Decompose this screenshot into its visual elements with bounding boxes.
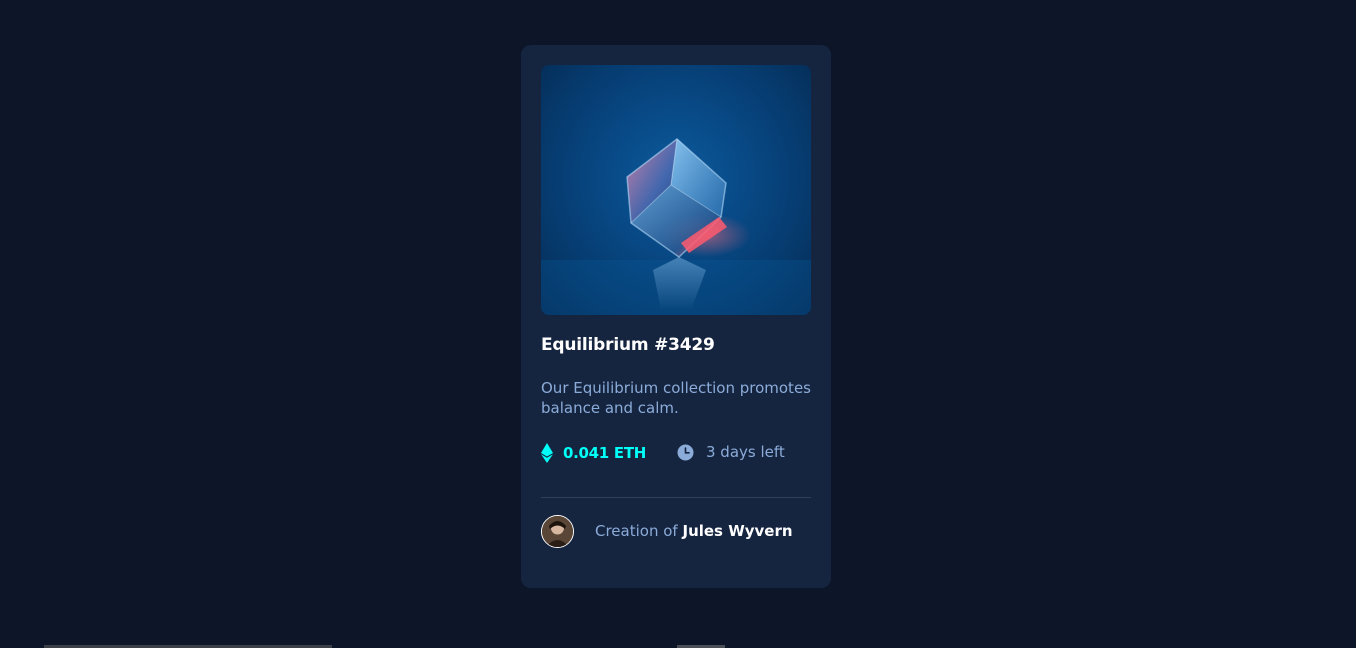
nft-meta-row: 0.041 ETH 3 days left bbox=[541, 443, 811, 463]
clock-icon bbox=[677, 444, 694, 461]
time-left-value: 3 days left bbox=[706, 443, 785, 461]
cube-illustration bbox=[541, 138, 811, 315]
creator-text: Creation of Jules Wyvern bbox=[595, 522, 793, 540]
time-group: 3 days left bbox=[677, 443, 785, 461]
nft-preview-image[interactable] bbox=[541, 65, 811, 315]
nft-title[interactable]: Equilibrium #3429 bbox=[541, 335, 715, 355]
price-group: 0.041 ETH bbox=[541, 443, 646, 463]
divider bbox=[541, 497, 811, 498]
ethereum-icon bbox=[541, 443, 553, 463]
avatar bbox=[541, 514, 574, 548]
nft-card: Equilibrium #3429 Our Equilibrium collec… bbox=[521, 45, 831, 588]
creator-name-link[interactable]: Jules Wyvern bbox=[682, 522, 792, 540]
price-value: 0.041 ETH bbox=[563, 444, 647, 462]
creator-row: Creation of Jules Wyvern bbox=[541, 514, 811, 548]
nft-description: Our Equilibrium collection promotes bala… bbox=[541, 379, 811, 417]
creator-prefix: Creation of bbox=[595, 522, 678, 540]
